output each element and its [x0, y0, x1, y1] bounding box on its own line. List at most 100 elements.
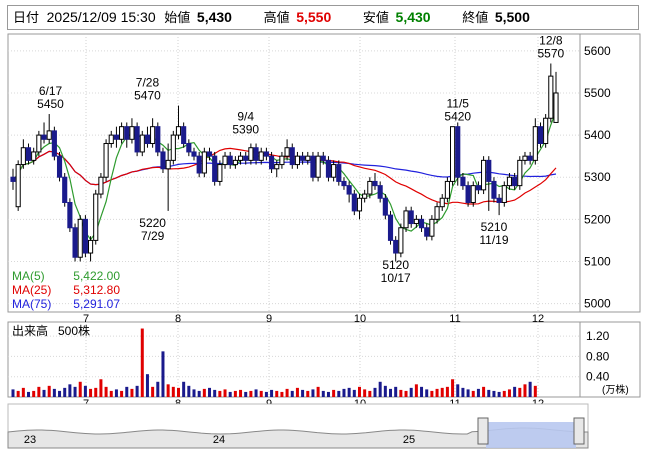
volume-bar [11, 389, 15, 397]
navigator-tick-label: 24 [213, 434, 225, 446]
candle-up [403, 210, 409, 229]
annotation-value: 5210 [481, 220, 508, 234]
candle-down [124, 126, 130, 140]
volume-bar [373, 387, 377, 397]
volume-bar [120, 390, 124, 397]
volume-bar [482, 386, 486, 397]
candle-down [486, 159, 492, 182]
candle-up [119, 126, 125, 140]
candle-up [232, 159, 238, 166]
candle-up [93, 193, 99, 241]
candle-up [201, 151, 207, 174]
volume-bar [249, 390, 253, 397]
candle-up [294, 155, 300, 166]
month-tick-label: 8 [175, 313, 181, 325]
volume-bar [420, 386, 424, 397]
candle-down [253, 147, 259, 161]
candle-up [248, 147, 254, 161]
candle-up [517, 159, 523, 187]
candle-up [367, 180, 373, 195]
navigator-selection [486, 422, 576, 448]
volume-bar [37, 386, 41, 397]
volume-bar [394, 386, 398, 397]
volume-bar [244, 391, 248, 397]
ma-legend-value: 5,422.00 [73, 269, 120, 283]
candle-up [150, 126, 156, 145]
candle-down [491, 180, 497, 199]
volume-bar [156, 381, 160, 397]
candle-down [393, 239, 399, 254]
candle-down [387, 214, 394, 241]
volume-bar [523, 384, 527, 397]
candle-up [77, 218, 83, 258]
volume-bar [456, 384, 460, 397]
annotation-date: 10/17 [381, 271, 411, 285]
annotation-date: 7/29 [141, 229, 165, 243]
candle-up [506, 176, 513, 187]
candle-down [310, 155, 316, 178]
candle-down [372, 180, 378, 187]
candle-down [460, 176, 466, 187]
candle-down [496, 197, 502, 203]
candle-up [222, 155, 228, 166]
volume-bar [233, 390, 237, 397]
annotation-date: 11/19 [479, 233, 508, 247]
candle-down [300, 155, 306, 161]
candle-up [305, 155, 311, 161]
candle-up [362, 193, 368, 199]
candle-up [237, 155, 244, 161]
volume-bar [404, 390, 408, 397]
volume-bar [109, 390, 113, 397]
candle-down [227, 155, 233, 166]
volume-bar [285, 388, 289, 397]
volume-bar [239, 389, 243, 397]
volume-bar [94, 387, 98, 397]
candle-down [41, 134, 47, 140]
volume-tick-label: 0.80 [586, 349, 610, 363]
price-tick-label: 5300 [584, 170, 611, 184]
volume-bar [518, 387, 522, 397]
annotation-date: 12/8 [539, 33, 563, 47]
navigator-handle-right [573, 417, 585, 445]
volume-bar [440, 387, 444, 397]
volume-bar [213, 389, 217, 397]
candle-up [284, 147, 290, 157]
volume-bar [254, 389, 258, 397]
volume-bar [347, 387, 351, 397]
volume-bar [130, 388, 134, 397]
volume-bar [78, 381, 82, 397]
annotation-value: 5470 [134, 89, 161, 103]
volume-bar [27, 391, 31, 397]
volume-bar [368, 390, 372, 397]
candle-down [320, 155, 326, 161]
candle-down [144, 134, 151, 145]
volume-bar [316, 386, 320, 397]
price-tick-label: 5400 [584, 128, 611, 142]
volume-bar [135, 385, 139, 397]
candle-down [475, 185, 481, 191]
candle-up [103, 143, 109, 178]
candle-up [532, 126, 538, 161]
candle-down [82, 218, 88, 254]
candle-down [25, 147, 32, 161]
volume-bar [487, 389, 491, 397]
volume-bar [311, 389, 315, 397]
volume-bar [264, 391, 268, 397]
volume-bar [197, 390, 201, 397]
volume-bar [171, 386, 175, 397]
volume-bar [497, 391, 501, 397]
ma-legend-name: MA(75) [12, 297, 51, 311]
candle-down [196, 155, 202, 174]
candle-down [289, 147, 295, 166]
candle-down [537, 126, 544, 145]
volume-bar [32, 390, 36, 397]
candle-down [191, 151, 197, 157]
navigator-tick-label: 23 [24, 434, 36, 446]
candle-down [263, 151, 269, 157]
ma-legend-name: MA(25) [12, 283, 51, 297]
volume-bar [68, 384, 72, 397]
price-tick-label: 5100 [584, 254, 611, 268]
candle-up [98, 176, 104, 195]
volume-bar [202, 388, 206, 397]
candle-up [31, 151, 37, 161]
